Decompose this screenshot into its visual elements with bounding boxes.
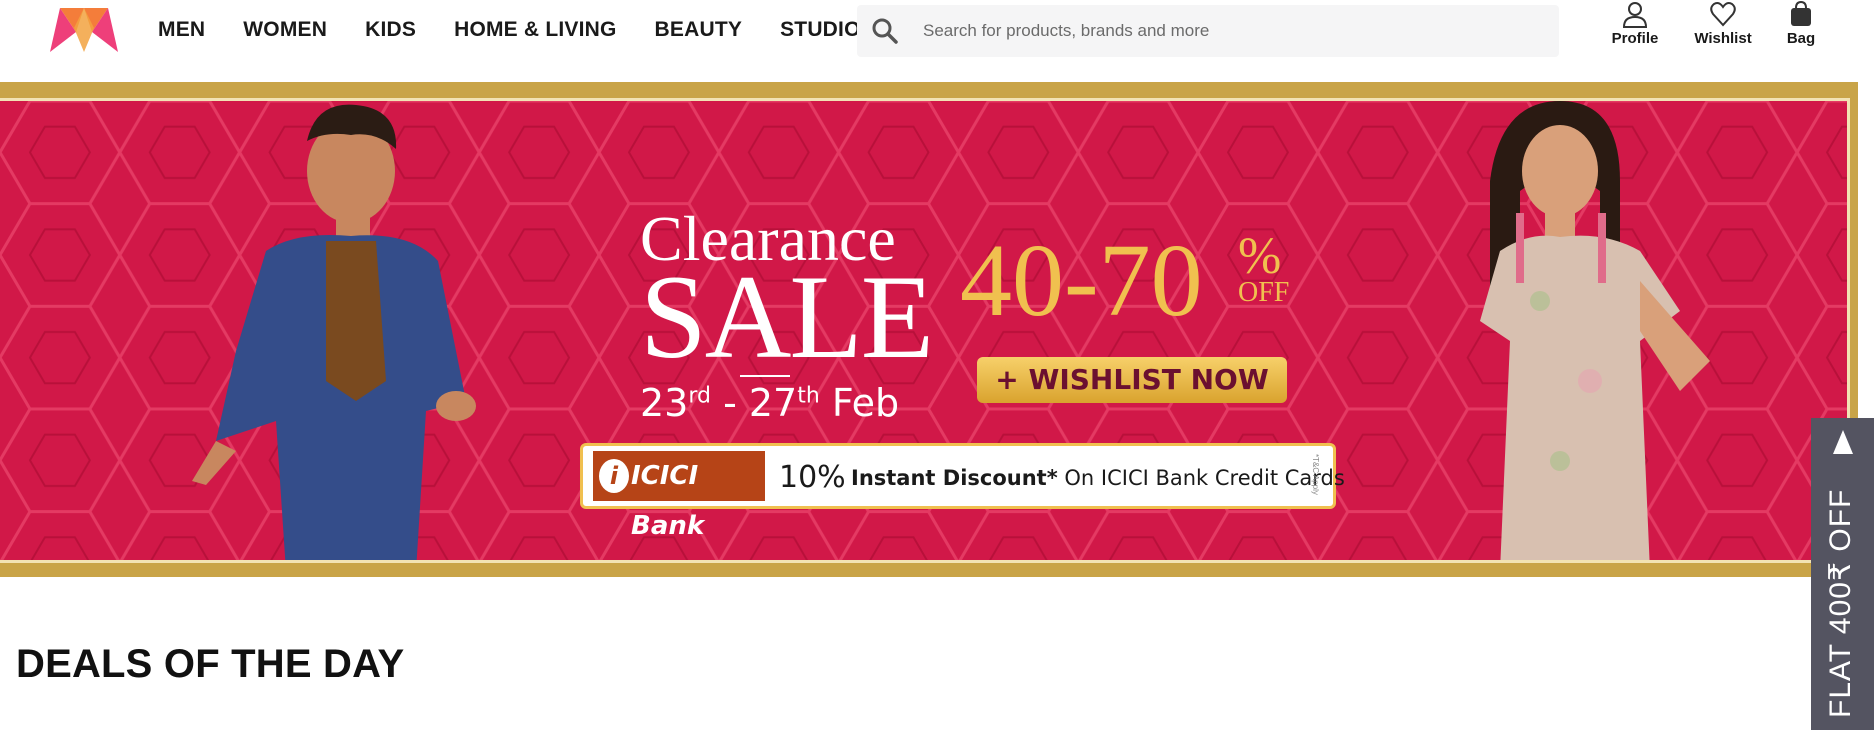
sale-dates: 23rd - 27th Feb: [640, 381, 899, 425]
male-model-image: [192, 104, 476, 560]
bank-offer-bold: Instant Discount*: [851, 466, 1058, 490]
nav-home-living[interactable]: HOME & LIVING: [454, 18, 616, 42]
profile-icon: [1622, 2, 1648, 28]
discount-range: 40-70: [960, 223, 1203, 338]
heart-icon: [1710, 2, 1736, 27]
bank-discount-percent: 10%: [779, 460, 846, 495]
bank-offer-strip[interactable]: i ICICI Bank 10% Instant Discount* On ICI…: [580, 443, 1345, 541]
deals-of-the-day-heading: DEALS OF THE DAY: [16, 642, 405, 686]
caret-up-icon: [1833, 430, 1853, 454]
wishlist-label: Wishlist: [1694, 30, 1752, 47]
myntra-logo-icon[interactable]: [46, 4, 122, 56]
icici-bank-logo: i ICICI Bank: [593, 451, 765, 541]
flat-offer-text: FLAT 400₹ OFF: [1824, 488, 1857, 718]
wishlist-now-button[interactable]: + WISHLIST NOW: [977, 357, 1287, 403]
date-month: Feb: [819, 381, 900, 425]
terms-note: *T&C Apply: [1311, 454, 1320, 495]
flat-offer-tab[interactable]: FLAT 400₹ OFF: [1811, 418, 1874, 730]
bank-offer-text: Instant Discount* On ICICI Bank Credit C…: [851, 466, 1345, 490]
bank-name: ICICI Bank: [631, 461, 705, 541]
end-suffix: th: [797, 383, 820, 409]
hero-banner[interactable]: Clearance SALE 23rd - 27th Feb 40-70 % O…: [0, 82, 1858, 577]
bag-label: Bag: [1786, 30, 1816, 47]
female-model-image: [1480, 101, 1710, 560]
start-day: 23: [640, 381, 689, 425]
banner-panel: Clearance SALE 23rd - 27th Feb 40-70 % O…: [0, 98, 1850, 563]
nav-studio[interactable]: STUDIO: [780, 18, 861, 42]
nav-kids[interactable]: KIDS: [365, 18, 416, 42]
sale-underline: [740, 375, 790, 377]
profile-label: Profile: [1611, 30, 1659, 47]
nav-men[interactable]: MEN: [158, 18, 205, 42]
date-separator: -: [710, 381, 749, 425]
start-suffix: rd: [688, 383, 711, 409]
profile-button[interactable]: Profile: [1590, 0, 1680, 47]
discount-percent: %: [1238, 228, 1282, 285]
nav-women[interactable]: WOMEN: [243, 18, 327, 42]
wishlist-button[interactable]: Wishlist: [1678, 0, 1768, 47]
search-input[interactable]: [923, 5, 1543, 57]
main-nav: MEN WOMEN KIDS HOME & LIVING BEAUTY STUD…: [158, 18, 861, 42]
nav-beauty[interactable]: BEAUTY: [655, 18, 743, 42]
bank-logo-letter: i: [599, 459, 629, 493]
sale-title: SALE: [640, 250, 934, 383]
bag-icon: [1791, 0, 1811, 26]
site-header: MEN WOMEN KIDS HOME & LIVING BEAUTY STUD…: [0, 0, 1874, 82]
discount-off: OFF: [1238, 277, 1290, 308]
bank-offer-rest: On ICICI Bank Credit Cards: [1057, 466, 1345, 490]
bag-button[interactable]: Bag: [1756, 0, 1846, 47]
search-bar: [857, 5, 1559, 57]
search-icon[interactable]: [871, 17, 899, 45]
end-day: 27: [748, 381, 798, 425]
